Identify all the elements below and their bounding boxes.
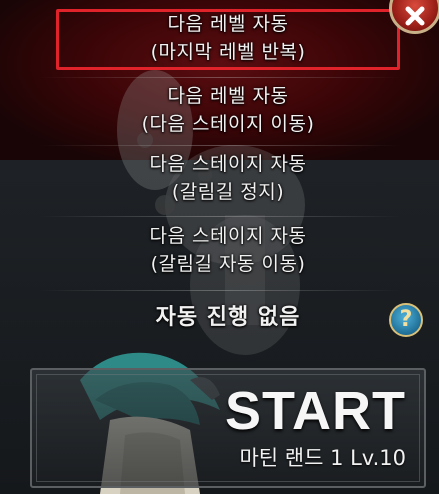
option-next-level-next-stage[interactable]: 다음 레벨 자동 (다음 스테이지 이동)	[58, 82, 398, 138]
auto-progress-menu: 다음 레벨 자동 (마지막 레벨 반복) 다음 레벨 자동 (다음 스테이지 이…	[0, 0, 439, 360]
divider	[40, 77, 400, 78]
option-label-line2: (갈림길 정지)	[171, 181, 285, 203]
option-next-level-repeat[interactable]: 다음 레벨 자동 (마지막 레벨 반복)	[58, 10, 398, 66]
option-no-auto-progress[interactable]: 자동 진행 없음	[58, 303, 398, 333]
option-label-line1: 다음 스테이지 자동	[149, 153, 307, 175]
help-button[interactable]: ?	[389, 303, 423, 337]
divider	[40, 216, 400, 217]
start-button[interactable]: START 마틴 랜드 1 Lv.10	[30, 368, 426, 488]
stage-name: 마틴 랜드 1 Lv.10	[239, 446, 406, 470]
close-button[interactable]	[389, 0, 439, 34]
option-next-stage-stop-at-fork[interactable]: 다음 스테이지 자동 (갈림길 정지)	[58, 150, 398, 206]
option-label-line2: (마지막 레벨 반복)	[150, 41, 306, 63]
option-label-line2: (다음 스테이지 이동)	[141, 113, 315, 135]
option-label-line1: 다음 레벨 자동	[167, 13, 289, 35]
help-icon: ?	[399, 307, 413, 332]
option-label: 자동 진행 없음	[155, 305, 301, 330]
close-icon	[405, 6, 425, 26]
option-label-line2: (갈림길 자동 이동)	[150, 253, 306, 275]
divider	[40, 290, 400, 291]
option-next-stage-auto-fork[interactable]: 다음 스테이지 자동 (갈림길 자동 이동)	[58, 222, 398, 278]
divider	[40, 145, 400, 146]
start-label: START	[225, 381, 406, 441]
option-label-line1: 다음 레벨 자동	[167, 85, 289, 107]
option-label-line1: 다음 스테이지 자동	[149, 225, 307, 247]
